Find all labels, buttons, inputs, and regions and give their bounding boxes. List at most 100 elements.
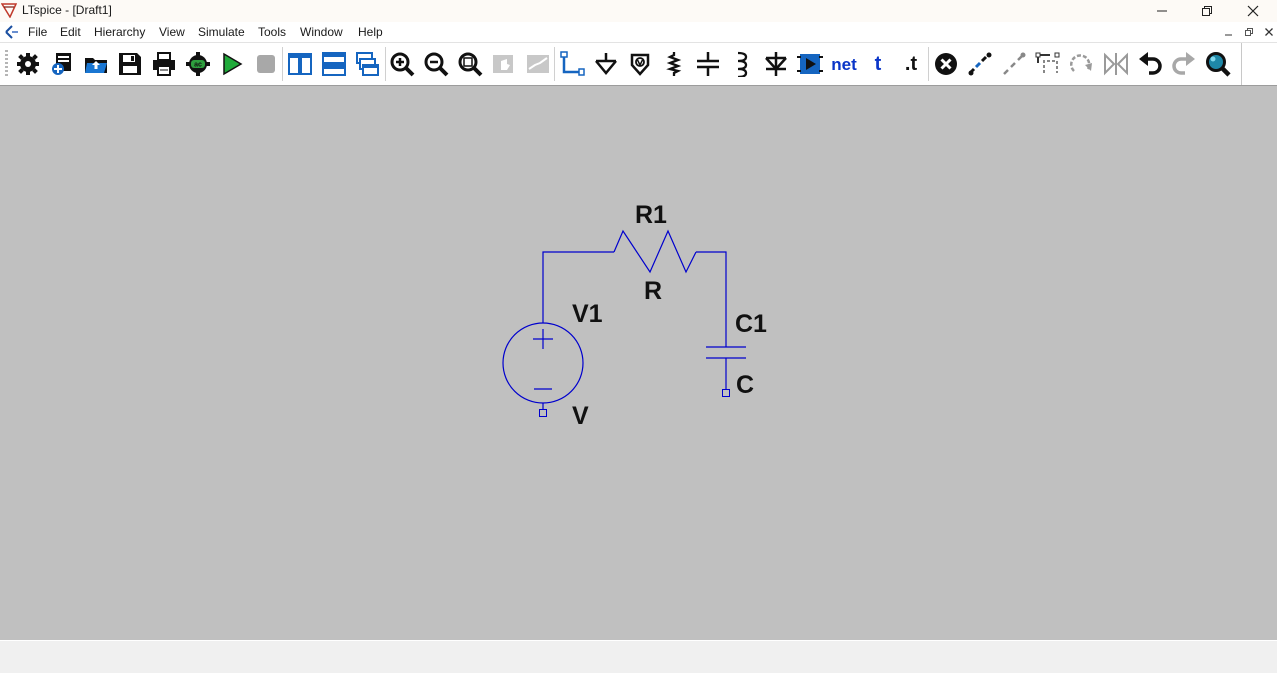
ground-icon — [595, 53, 617, 75]
toolbar: ac net t .t — [0, 43, 1277, 86]
toolbar-separator — [282, 47, 283, 81]
run-icon — [223, 52, 243, 76]
resistor-button[interactable] — [660, 50, 688, 78]
menu-view[interactable]: View — [159, 24, 185, 40]
mdi-restore-button[interactable] — [1241, 25, 1257, 39]
delete-icon — [935, 53, 957, 75]
rotate-icon — [1069, 54, 1092, 72]
ltspice-app-icon[interactable] — [1, 2, 17, 18]
zoom-in-button[interactable] — [388, 50, 416, 78]
r1-value-label[interactable]: R — [644, 277, 662, 305]
close-icon — [1247, 5, 1259, 17]
spice-directive-button[interactable]: .t — [897, 50, 925, 78]
title-bar: LTspice - [Draft1] — [0, 0, 1277, 22]
v1-terminal[interactable] — [539, 409, 547, 417]
toolbar-end-separator — [1241, 43, 1242, 85]
settings-gear-icon — [17, 53, 39, 75]
tile-vertical-button[interactable] — [286, 50, 314, 78]
mirror-button[interactable] — [1102, 50, 1130, 78]
r1-name-label[interactable]: R1 — [635, 201, 667, 229]
pan-button[interactable] — [490, 50, 518, 78]
svg-text:ac: ac — [194, 62, 202, 69]
zoom-fit-button[interactable] — [456, 50, 484, 78]
tile-horizontal-button[interactable] — [320, 50, 348, 78]
drag-button[interactable] — [1034, 50, 1062, 78]
menu-window[interactable]: Window — [300, 24, 343, 40]
zoom-out-button[interactable] — [422, 50, 450, 78]
move-button[interactable] — [1000, 50, 1028, 78]
print-icon — [153, 52, 175, 76]
delete-button[interactable] — [932, 50, 960, 78]
wire-top-right[interactable] — [696, 251, 727, 347]
minimize-icon — [1225, 34, 1232, 36]
menu-simulate[interactable]: Simulate — [198, 24, 245, 40]
menu-tools[interactable]: Tools — [258, 24, 286, 40]
run-button[interactable] — [218, 50, 246, 78]
c1-terminal[interactable] — [722, 389, 730, 397]
halt-icon — [257, 55, 275, 73]
toolbar-separator — [928, 47, 929, 81]
rotate-button[interactable] — [1068, 50, 1096, 78]
settings-button[interactable] — [14, 50, 42, 78]
mdi-close-button[interactable] — [1261, 25, 1277, 39]
restore-button[interactable] — [1184, 0, 1230, 22]
c1-value-label[interactable]: C — [736, 371, 754, 399]
diode-icon — [765, 52, 787, 76]
v1-value-label[interactable]: V — [572, 402, 589, 430]
control-panel-button[interactable]: ac — [184, 50, 212, 78]
zoom-out-icon — [424, 52, 449, 77]
wire-button[interactable] — [558, 50, 586, 78]
minimize-button[interactable] — [1139, 0, 1185, 22]
duplicate-button[interactable] — [966, 50, 994, 78]
halt-button[interactable] — [252, 50, 280, 78]
net-label-button[interactable]: net — [830, 50, 858, 78]
minimize-icon — [1157, 10, 1167, 12]
autorange-icon — [527, 55, 549, 73]
menu-hierarchy[interactable]: Hierarchy — [94, 24, 145, 40]
menu-file[interactable]: File — [28, 24, 47, 40]
v1-name-label[interactable]: V1 — [572, 300, 603, 328]
schematic-canvas[interactable]: R1 R V1 V C1 C — [0, 86, 1277, 640]
save-button[interactable] — [116, 50, 144, 78]
schematic-document-icon[interactable] — [4, 24, 20, 40]
voltage-source-icon — [630, 53, 650, 76]
menu-edit[interactable]: Edit — [60, 24, 81, 40]
open-file-button[interactable] — [82, 50, 110, 78]
new-schematic-button[interactable] — [48, 50, 76, 78]
find-button[interactable] — [1204, 50, 1232, 78]
menu-bar: File Edit Hierarchy View Simulate Tools … — [0, 22, 1277, 43]
close-button[interactable] — [1230, 0, 1276, 22]
capacitor-button[interactable] — [694, 50, 722, 78]
text-button[interactable]: t — [864, 50, 892, 78]
resistor-r1-symbol[interactable] — [613, 229, 697, 274]
schematic-drawing: R1 R V1 V C1 C — [502, 201, 767, 430]
find-icon — [1206, 52, 1231, 77]
redo-button[interactable] — [1170, 50, 1198, 78]
component-button[interactable] — [796, 50, 824, 78]
new-schematic-icon — [52, 53, 71, 75]
mdi-minimize-button[interactable] — [1221, 25, 1237, 39]
mirror-icon — [1104, 52, 1128, 76]
print-button[interactable] — [150, 50, 178, 78]
toolbar-separator — [385, 47, 386, 81]
diode-button[interactable] — [762, 50, 790, 78]
restore-icon — [1202, 6, 1212, 16]
pan-icon — [493, 55, 513, 73]
toolbar-grip[interactable] — [5, 50, 8, 78]
toolbar-separator — [554, 47, 555, 81]
duplicate-icon — [968, 52, 992, 76]
ground-button[interactable] — [592, 50, 620, 78]
undo-icon — [1139, 52, 1162, 75]
menu-help[interactable]: Help — [358, 24, 383, 40]
undo-button[interactable] — [1136, 50, 1164, 78]
text-icon: t — [874, 53, 882, 75]
c1-name-label[interactable]: C1 — [735, 310, 767, 338]
cascade-windows-button[interactable] — [354, 50, 382, 78]
autorange-button[interactable] — [524, 50, 552, 78]
voltage-source-button[interactable] — [626, 50, 654, 78]
control-panel-ac-icon: ac — [186, 52, 210, 76]
status-bar — [0, 640, 1277, 673]
inductor-button[interactable] — [728, 50, 756, 78]
net-label-icon: net — [831, 54, 857, 74]
zoom-in-icon — [390, 52, 415, 77]
